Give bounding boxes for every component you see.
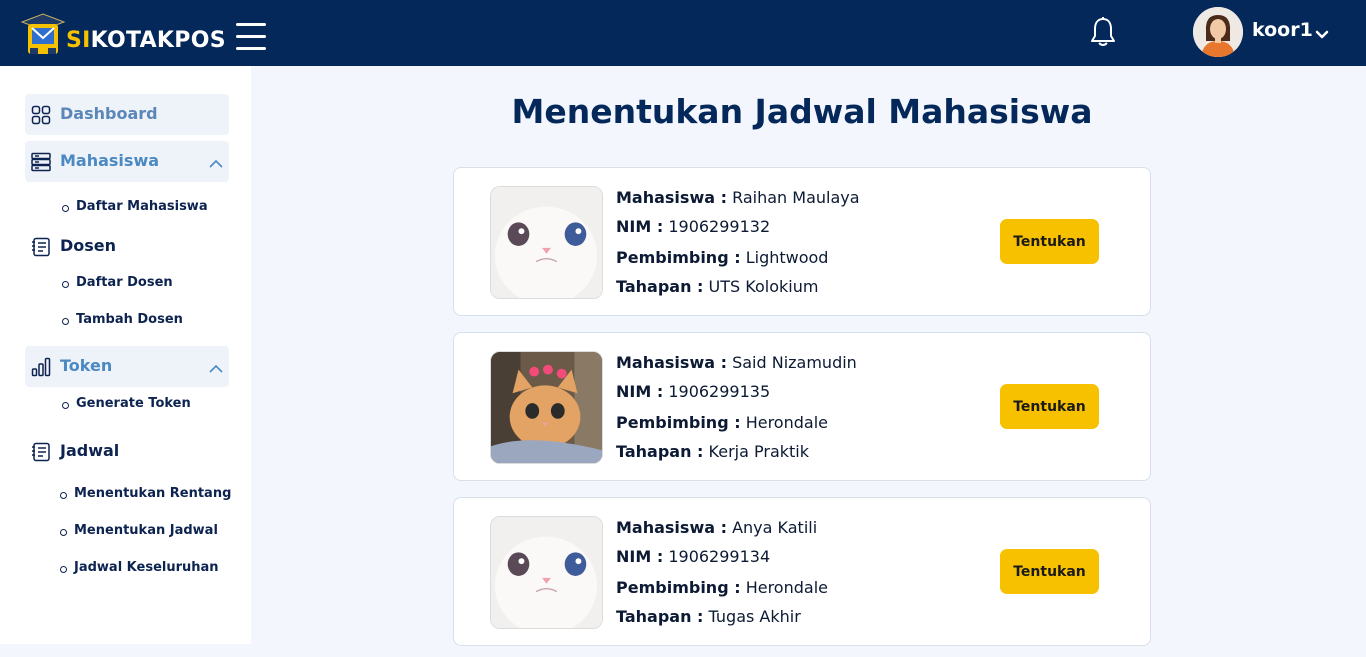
chevron-up-icon[interactable] xyxy=(209,359,223,373)
chevron-up-icon[interactable] xyxy=(209,154,223,168)
logo-icon xyxy=(20,10,66,58)
student-nim: NIM : 1906299132 xyxy=(616,217,771,236)
sidebar-item-dashboard[interactable]: Dashboard xyxy=(25,94,229,135)
student-name: Mahasiswa : Anya Katili xyxy=(616,518,818,537)
sidebar-item-mahasiswa[interactable]: Mahasiswa xyxy=(25,141,229,182)
username-label[interactable]: koor1 xyxy=(1252,19,1313,41)
bar-chart-icon xyxy=(31,357,51,377)
student-card: Mahasiswa : Raihan Maulaya NIM : 1906299… xyxy=(453,167,1151,316)
tentukan-button[interactable]: Tentukan xyxy=(1000,549,1099,594)
sidebar-subitem-menentukan-jadwal[interactable]: Menentukan Jadwal xyxy=(60,523,218,538)
notification-bell-icon[interactable] xyxy=(1088,16,1118,48)
student-pembimbing: Pembimbing : Herondale xyxy=(616,413,828,432)
top-navbar: SIKOTAKPOS koor1 xyxy=(0,0,1366,66)
student-photo xyxy=(490,351,603,464)
sidebar: Dashboard Mahasiswa Daftar Mahasiswa Dos… xyxy=(0,66,251,644)
student-pembimbing: Pembimbing : Herondale xyxy=(616,578,828,597)
student-tahapan: Tahapan : UTS Kolokium xyxy=(616,277,819,296)
sidebar-subitem-jadwal-keseluruhan[interactable]: Jadwal Keseluruhan xyxy=(60,560,219,575)
sidebar-subitem-daftar-mahasiswa[interactable]: Daftar Mahasiswa xyxy=(62,199,208,214)
sidebar-subitem-daftar-dosen[interactable]: Daftar Dosen xyxy=(62,275,173,290)
student-pembimbing: Pembimbing : Lightwood xyxy=(616,248,829,267)
brand-name: SIKOTAKPOS xyxy=(66,28,226,53)
chevron-down-icon[interactable] xyxy=(1314,26,1330,39)
student-name: Mahasiswa : Raihan Maulaya xyxy=(616,188,860,207)
sidebar-item-jadwal[interactable]: Jadwal xyxy=(25,431,229,472)
sidebar-item-label: Mahasiswa xyxy=(60,151,160,170)
sidebar-subitem-tambah-dosen[interactable]: Tambah Dosen xyxy=(62,312,183,327)
tentukan-button[interactable]: Tentukan xyxy=(1000,219,1099,264)
student-photo xyxy=(490,186,603,299)
tentukan-button[interactable]: Tentukan xyxy=(1000,384,1099,429)
grid-icon xyxy=(31,105,51,125)
document-list-icon xyxy=(31,442,51,462)
sidebar-subitem-menentukan-rentang[interactable]: Menentukan Rentang xyxy=(59,486,231,501)
sidebar-item-label: Dashboard xyxy=(60,104,158,123)
sidebar-item-label: Dosen xyxy=(60,236,117,255)
sidebar-item-label: Token xyxy=(60,356,113,375)
menu-toggle-button[interactable] xyxy=(236,23,266,51)
sidebar-item-label: Jadwal xyxy=(60,441,120,460)
sidebar-item-token[interactable]: Token xyxy=(25,346,229,387)
student-photo xyxy=(490,516,603,629)
student-name: Mahasiswa : Said Nizamudin xyxy=(616,353,857,372)
student-nim: NIM : 1906299135 xyxy=(616,382,771,401)
student-tahapan: Tahapan : Tugas Akhir xyxy=(616,607,801,626)
student-tahapan: Tahapan : Kerja Praktik xyxy=(616,442,809,461)
user-avatar[interactable] xyxy=(1193,7,1243,57)
page-title: Menentukan Jadwal Mahasiswa xyxy=(511,92,1093,131)
student-card: Mahasiswa : Anya Katili NIM : 1906299134… xyxy=(453,497,1151,646)
sidebar-subitem-generate-token[interactable]: Generate Token xyxy=(62,396,191,411)
student-nim: NIM : 1906299134 xyxy=(616,547,771,566)
student-card: Mahasiswa : Said Nizamudin NIM : 1906299… xyxy=(453,332,1151,481)
document-list-icon xyxy=(31,237,51,257)
sidebar-item-dosen[interactable]: Dosen xyxy=(25,226,229,267)
server-icon xyxy=(31,152,51,172)
